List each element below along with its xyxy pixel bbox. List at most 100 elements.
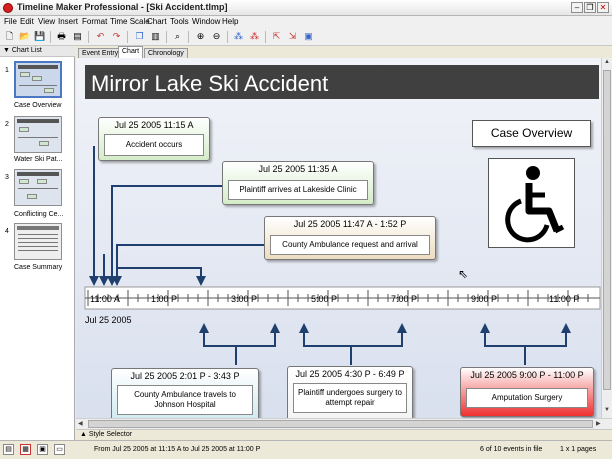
scroll-down-icon[interactable]: ▼ <box>604 407 610 413</box>
view-chart-icon[interactable]: ▤ <box>3 444 14 455</box>
event-date: Jul 25 2005 2:01 P - 3:43 P <box>130 371 240 381</box>
new-icon[interactable]: 🗋 <box>4 31 15 42</box>
menu-help[interactable]: Help <box>222 17 238 26</box>
menu-format[interactable]: Format <box>82 17 107 26</box>
thumb-number: 3 <box>5 174 9 181</box>
horizontal-scroll-thumb[interactable] <box>88 420 593 428</box>
case-overview-label[interactable]: Case Overview <box>472 120 591 147</box>
event-date: Jul 25 2005 11:15 A <box>114 120 194 130</box>
menu-insert[interactable]: Insert <box>58 17 78 26</box>
axis-tick-label: 7:00 P <box>391 294 418 304</box>
collapse-icon[interactable]: ⁂ <box>249 31 260 42</box>
thumb-number: 4 <box>5 228 9 235</box>
copy-icon[interactable]: ❐ <box>134 31 145 42</box>
tab-event-entry[interactable]: Event Entry <box>78 48 123 58</box>
window-title: Timeline Maker Professional - [Ski Accid… <box>17 2 228 12</box>
style-selector-toggle[interactable]: ▲ Style Selector <box>76 429 612 440</box>
scroll-up-icon[interactable]: ▲ <box>604 59 610 65</box>
event-ambulance-travels[interactable]: Jul 25 2005 2:01 P - 3:43 P County Ambul… <box>111 368 259 418</box>
tab-chart[interactable]: Chart <box>118 46 144 58</box>
menu-tools[interactable]: Tools <box>170 17 189 26</box>
axis-tick-label: 1:00 P <box>151 294 178 304</box>
publish-icon[interactable]: ⇲ <box>287 31 298 42</box>
toolbar: 🗋 📂 💾 🖶 ▤ ↶ ↷ ❐ ▥ ⌕ ⊕ ⊖ ⁂ ⁂ ⇱ ⇲ ▣ <box>0 29 612 46</box>
menu-edit[interactable]: Edit <box>20 17 34 26</box>
title-bar: Timeline Maker Professional - [Ski Accid… <box>0 0 612 16</box>
axis-tick-label: 5:00 P <box>311 294 338 304</box>
event-date: Jul 25 2005 9:00 P - 11:00 P <box>470 370 584 380</box>
chart-list-header[interactable]: ▼ Chart List <box>0 46 75 57</box>
page-count-status: 1 x 1 pages <box>560 446 597 453</box>
view-grid-icon[interactable]: ▣ <box>37 444 48 455</box>
toolbar-separator <box>265 31 266 43</box>
menu-window[interactable]: Window <box>192 17 220 26</box>
print-preview-icon[interactable]: ▤ <box>72 31 83 42</box>
undo-icon[interactable]: ↶ <box>95 31 106 42</box>
app-logo-icon <box>3 3 13 13</box>
view-tabs: Event Entry Chart Chronology <box>76 46 612 58</box>
view-entry-icon[interactable]: ▦ <box>20 444 31 455</box>
chart-thumb-label[interactable]: Conflicting Ce... <box>14 211 63 218</box>
tab-chronology[interactable]: Chronology <box>144 48 188 58</box>
wheelchair-icon[interactable] <box>488 158 575 248</box>
print-icon[interactable]: 🖶 <box>56 31 67 42</box>
event-count-status: 6 of 10 events in file <box>480 446 543 453</box>
zoom-in-icon[interactable]: ⊕ <box>195 31 206 42</box>
view-monitor-icon[interactable]: ▭ <box>54 444 65 455</box>
toolbar-separator <box>188 31 189 43</box>
chart-canvas[interactable]: Mirror Lake Ski Accident 11:00 A 1:00 P … <box>76 58 601 418</box>
expand-icon[interactable]: ⁂ <box>233 31 244 42</box>
thumb-number: 2 <box>5 121 9 128</box>
menu-view[interactable]: View <box>38 17 55 26</box>
redo-icon[interactable]: ↷ <box>111 31 122 42</box>
axis-date-label: Jul 25 2005 <box>85 315 132 325</box>
paste-icon[interactable]: ▥ <box>150 31 161 42</box>
zoom-out-icon[interactable]: ⊖ <box>211 31 222 42</box>
event-date: Jul 25 2005 11:47 A - 1:52 P <box>293 219 407 229</box>
menu-time-scale[interactable]: Time Scale <box>110 17 150 26</box>
scroll-right-icon[interactable]: ▶ <box>596 420 601 427</box>
chart-list-panel: ▼ Chart List 1 Case Overview 2 Water Ski… <box>0 46 75 440</box>
event-description: Accident occurs <box>104 134 204 156</box>
axis-tick-label: 11:00 A <box>90 294 120 304</box>
chart-thumb-water-ski[interactable] <box>14 116 62 153</box>
close-button[interactable]: ✕ <box>597 2 609 13</box>
event-plaintiff-arrives[interactable]: Jul 25 2005 11:35 A Plaintiff arrives at… <box>222 161 374 205</box>
event-date: Jul 25 2005 4:30 P - 6:49 P <box>295 369 405 379</box>
vertical-scroll-thumb[interactable] <box>603 70 611 390</box>
find-icon[interactable]: ⌕ <box>172 31 183 42</box>
vertical-scrollbar[interactable]: ▲ ▼ <box>601 58 612 418</box>
event-plaintiff-surgery[interactable]: Jul 25 2005 4:30 P - 6:49 P Plaintiff un… <box>287 366 413 418</box>
chart-thumb-label[interactable]: Case Summary <box>14 264 62 271</box>
event-date: Jul 25 2005 11:35 A <box>258 164 338 174</box>
open-icon[interactable]: 📂 <box>19 31 30 42</box>
event-description: County Ambulance request and arrival <box>270 235 430 255</box>
present-icon[interactable]: ▣ <box>303 31 314 42</box>
menu-chart[interactable]: Chart <box>147 17 167 26</box>
status-bar: ▤ ▦ ▣ ▭ From Jul 25 2005 at 11:15 A to J… <box>0 440 612 459</box>
chart-thumb-label[interactable]: Case Overview <box>14 102 61 109</box>
menu-file[interactable]: File <box>4 17 17 26</box>
menu-bar: File Edit View Insert Format Time Scale … <box>0 16 612 29</box>
export-icon[interactable]: ⇱ <box>271 31 282 42</box>
event-amputation-surgery[interactable]: Jul 25 2005 9:00 P - 11:00 P Amputation … <box>460 367 594 417</box>
chart-thumb-label[interactable]: Water Ski Pat... <box>14 156 62 163</box>
chart-thumb-case-overview[interactable] <box>14 61 62 98</box>
restore-button[interactable]: ❐ <box>584 2 596 13</box>
toolbar-separator <box>166 31 167 43</box>
event-description: Plaintiff arrives at Lakeside Clinic <box>228 180 368 200</box>
axis-tick-label: 11:00 P <box>549 294 580 304</box>
save-icon[interactable]: 💾 <box>34 31 45 42</box>
toolbar-separator <box>50 31 51 43</box>
scroll-left-icon[interactable]: ◀ <box>78 420 83 427</box>
horizontal-scrollbar[interactable]: ◀ ▶ <box>76 418 612 429</box>
minimize-button[interactable]: – <box>571 2 583 13</box>
toolbar-separator <box>88 31 89 43</box>
event-accident-occurs[interactable]: Jul 25 2005 11:15 A Accident occurs <box>98 117 210 161</box>
axis-tick-label: 3:00 P <box>231 294 258 304</box>
thumb-number: 1 <box>5 67 9 74</box>
event-county-ambulance-request[interactable]: Jul 25 2005 11:47 A - 1:52 P County Ambu… <box>264 216 436 260</box>
event-description: Amputation Surgery <box>466 388 588 408</box>
chart-thumb-case-summary[interactable] <box>14 223 62 260</box>
chart-thumb-conflicting[interactable] <box>14 169 62 206</box>
